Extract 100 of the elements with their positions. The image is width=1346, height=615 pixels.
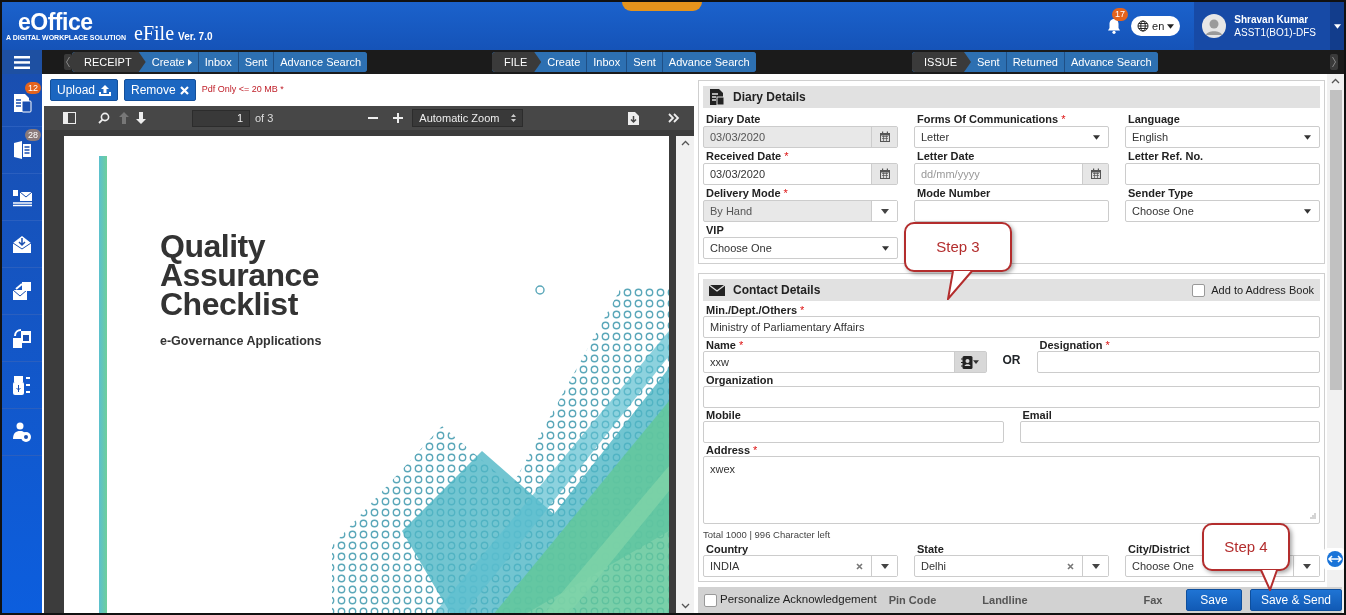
field-label: Language bbox=[1127, 113, 1180, 126]
file-transfer-icon[interactable] bbox=[11, 327, 33, 349]
or-label: OR bbox=[1002, 352, 1021, 369]
field-label: Address * bbox=[705, 444, 758, 456]
caret-icon bbox=[973, 360, 979, 364]
nav-link[interactable]: Advance Search bbox=[661, 52, 756, 72]
envelope-download-icon[interactable] bbox=[11, 233, 33, 255]
zoom-in-icon[interactable] bbox=[393, 113, 404, 123]
tooltip-tail bbox=[947, 270, 973, 300]
count-badge: 12 bbox=[25, 82, 41, 94]
date-field[interactable]: 03/03/2020 bbox=[703, 163, 898, 185]
contact-book-icon bbox=[961, 355, 973, 369]
field-label: Forms Of Communications * bbox=[916, 113, 1066, 126]
dropdown-field[interactable]: Choose One bbox=[1125, 200, 1320, 222]
save-button[interactable]: Save bbox=[1185, 589, 1242, 611]
logo: eOffice bbox=[17, 11, 94, 34]
dropdown-field[interactable]: Letter bbox=[914, 126, 1109, 148]
field-label: City/District bbox=[1127, 543, 1190, 556]
text-field[interactable] bbox=[1019, 421, 1320, 443]
calendar-icon[interactable] bbox=[1089, 168, 1102, 180]
nav-link[interactable]: Advance Search bbox=[1063, 52, 1158, 72]
field-label: VIP bbox=[705, 224, 724, 237]
document-title: Quality Assurance Checklist bbox=[160, 232, 320, 319]
text-field[interactable] bbox=[1036, 351, 1320, 373]
next-page-icon[interactable] bbox=[135, 112, 147, 124]
zoom-select[interactable]: Automatic Zoom bbox=[412, 109, 524, 127]
dropdown-field[interactable]: INDIA bbox=[703, 555, 898, 578]
document-icon[interactable] bbox=[11, 139, 33, 161]
caret-icon bbox=[1091, 563, 1100, 569]
scroll-left-icon[interactable] bbox=[64, 54, 72, 70]
save-and-send-button[interactable]: Save & Send bbox=[1249, 589, 1342, 611]
text-field[interactable]: xxw bbox=[703, 351, 987, 373]
caret-right-icon bbox=[187, 58, 192, 66]
dropdown-field[interactable]: Delhi bbox=[914, 555, 1109, 578]
field-label: Landline bbox=[982, 592, 1028, 608]
scroll-up-icon[interactable] bbox=[1331, 78, 1340, 84]
document-icon[interactable] bbox=[11, 92, 33, 114]
usb-key-icon[interactable] bbox=[11, 374, 33, 396]
scroll-down-icon[interactable] bbox=[680, 603, 690, 609]
page-number-field[interactable]: 1 bbox=[192, 109, 250, 127]
upload-icon bbox=[99, 84, 112, 96]
caret-icon bbox=[1333, 23, 1341, 29]
step-tooltip: Step 4 bbox=[1202, 523, 1290, 571]
field-label: Organization bbox=[705, 374, 774, 386]
caret-icon bbox=[1093, 134, 1100, 140]
field-label: State bbox=[916, 543, 944, 556]
address-book-button[interactable] bbox=[953, 352, 986, 372]
user-menu-button[interactable] bbox=[1330, 2, 1344, 50]
dropdown-field[interactable]: Choose One bbox=[703, 237, 898, 259]
clear-icon[interactable] bbox=[856, 562, 863, 570]
acknowledgement-checkbox[interactable]: Personalize Acknowledgement bbox=[704, 591, 877, 609]
text-field[interactable] bbox=[1125, 163, 1320, 185]
more-tools-icon[interactable] bbox=[668, 113, 681, 123]
field-label: Country bbox=[705, 543, 749, 556]
text-field[interactable] bbox=[703, 386, 1320, 408]
upload-button[interactable]: Upload bbox=[50, 79, 119, 101]
text-field[interactable] bbox=[914, 200, 1109, 222]
menu-button[interactable] bbox=[2, 50, 42, 74]
caret-icon bbox=[1304, 134, 1311, 140]
resize-handle-icon[interactable] bbox=[1309, 513, 1316, 520]
caret-icon bbox=[1167, 23, 1175, 29]
address-book-checkbox[interactable]: Add to Address Book bbox=[1192, 281, 1314, 299]
checkbox[interactable] bbox=[704, 593, 717, 607]
dropdown-field[interactable]: English bbox=[1125, 126, 1320, 148]
section-label: RECEIPT bbox=[72, 52, 146, 72]
text-field[interactable] bbox=[703, 421, 1004, 443]
field-label: Mobile bbox=[705, 409, 741, 421]
character-count: Total 1000 | 996 Character left bbox=[703, 528, 831, 542]
remove-button[interactable]: Remove bbox=[124, 79, 196, 101]
scroll-right-icon[interactable] bbox=[1330, 54, 1338, 70]
download-icon[interactable] bbox=[628, 111, 640, 125]
scrollbar-thumb[interactable] bbox=[1329, 90, 1342, 390]
field-label: Name * bbox=[705, 339, 744, 351]
checkbox[interactable] bbox=[1192, 283, 1206, 297]
user-settings-icon[interactable] bbox=[11, 421, 33, 443]
field-label: Pin Code bbox=[888, 592, 937, 608]
sidebar-toggle-icon[interactable] bbox=[63, 112, 76, 124]
field-label: Mode Number bbox=[916, 187, 991, 200]
envelope-icon[interactable] bbox=[11, 280, 33, 302]
diary-icon bbox=[709, 89, 725, 105]
scroll-up-icon[interactable] bbox=[680, 140, 690, 146]
page-count: of 3 bbox=[255, 110, 274, 126]
search-icon[interactable] bbox=[98, 112, 110, 124]
envelope-icon bbox=[709, 282, 725, 298]
close-icon bbox=[179, 85, 189, 95]
field-label: Min./Dept./Others * bbox=[705, 304, 805, 316]
calendar-icon[interactable] bbox=[878, 168, 891, 180]
section-title: Diary Details bbox=[733, 89, 806, 106]
user-name: Shravan Kumar bbox=[1234, 13, 1310, 26]
text-field[interactable]: Ministry of Parliamentary Affairs bbox=[703, 316, 1320, 338]
sort-arrows-icon bbox=[511, 114, 517, 122]
field-label: Letter Date bbox=[916, 150, 975, 163]
field-label: Sender Type bbox=[1127, 187, 1194, 200]
bell-icon[interactable] bbox=[1107, 18, 1122, 34]
language-selector[interactable]: en bbox=[1131, 15, 1181, 37]
avatar-icon[interactable] bbox=[1202, 14, 1227, 38]
swap-arrows-icon[interactable] bbox=[1324, 548, 1344, 570]
text-area[interactable]: xwex bbox=[703, 456, 1320, 524]
nav-link[interactable]: Advance Search bbox=[273, 52, 367, 72]
clear-icon[interactable] bbox=[1067, 562, 1074, 570]
